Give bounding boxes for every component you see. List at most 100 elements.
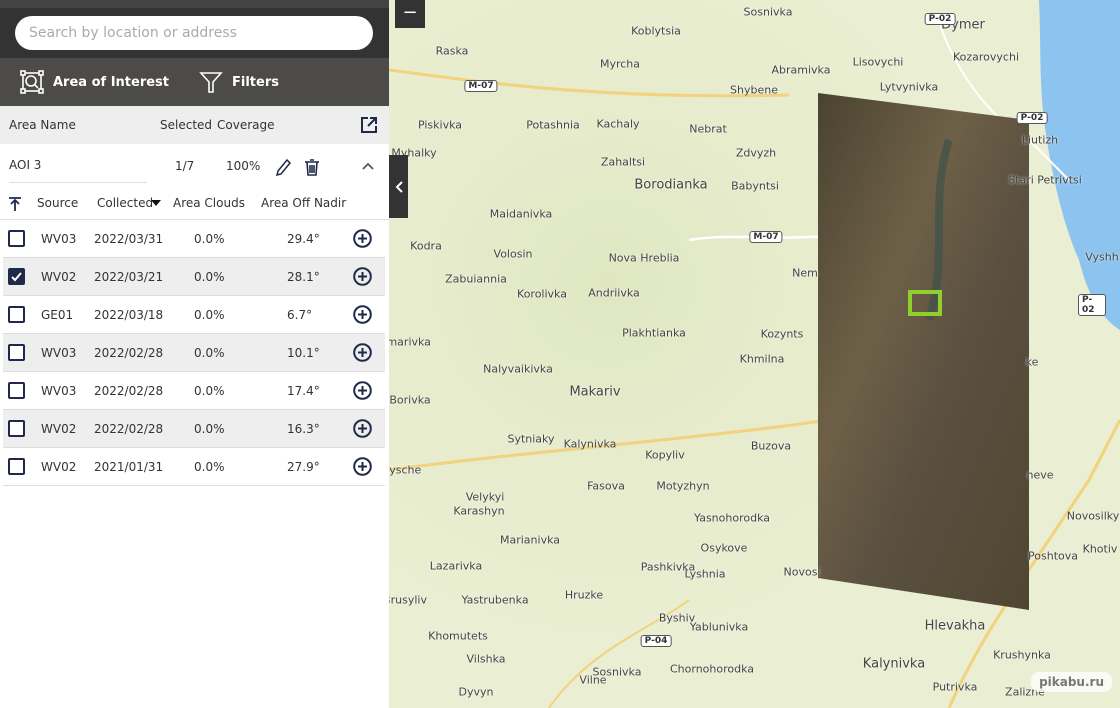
add-icon[interactable]	[353, 267, 372, 286]
chevron-up-icon[interactable]	[362, 162, 374, 170]
row-nadir: 28.1°	[287, 270, 320, 284]
place-label: Komarivka	[389, 335, 431, 349]
collected-header[interactable]: Collected	[97, 196, 153, 210]
place-label: Borodianka	[634, 177, 708, 193]
table-row[interactable]: GE01 2022/03/18 0.0% 6.7°	[3, 296, 385, 334]
table-row[interactable]: WV02 2022/02/28 0.0% 16.3°	[3, 410, 385, 448]
sort-desc-icon[interactable]	[151, 200, 161, 206]
place-label: Zdvyzh	[735, 146, 777, 160]
place-label: Vilne	[579, 673, 607, 687]
place-label: Nem	[792, 266, 818, 280]
place-label: Dyvyn	[458, 685, 494, 699]
row-clouds: 0.0%	[194, 384, 225, 398]
area-of-interest-button[interactable]: Area of Interest	[20, 70, 169, 94]
place-label: Chornohorodka	[669, 662, 755, 676]
row-clouds: 0.0%	[194, 422, 225, 436]
place-label: Brusyliv	[389, 593, 427, 607]
place-label: Piskivka	[417, 118, 463, 132]
row-checkbox[interactable]	[8, 344, 25, 361]
nadir-header[interactable]: Area Off Nadir	[261, 196, 346, 210]
filters-button[interactable]: Filters	[199, 70, 279, 94]
row-source: WV02	[41, 270, 77, 284]
place-label: ke	[1025, 355, 1039, 369]
place-label: Vyshh	[1085, 250, 1119, 264]
place-label: Makariv	[569, 384, 621, 400]
row-clouds: 0.0%	[194, 460, 225, 474]
table-row[interactable]: WV02 2021/01/31 0.0% 27.9°	[3, 448, 385, 486]
search-input[interactable]	[15, 16, 373, 50]
row-source: GE01	[41, 308, 74, 322]
place-label: Andriivka	[588, 286, 640, 300]
place-label: Marianivka	[499, 533, 561, 547]
selected-header: Selected	[160, 118, 213, 132]
row-checkbox[interactable]	[8, 420, 25, 437]
area-name-header: Area Name	[9, 118, 76, 132]
zoom-out-button[interactable]: −	[395, 0, 425, 28]
table-row[interactable]: WV02 2022/03/21 0.0% 28.1°	[3, 258, 385, 296]
place-label: Hruzke	[564, 588, 604, 602]
export-icon[interactable]	[361, 117, 377, 133]
place-label: Myrcha	[599, 57, 641, 71]
add-icon[interactable]	[353, 305, 372, 324]
place-label: Maidanivka	[489, 207, 553, 221]
clouds-header[interactable]: Area Clouds	[173, 196, 245, 210]
row-nadir: 10.1°	[287, 346, 320, 360]
row-checkbox[interactable]	[8, 268, 25, 285]
chevron-left-icon	[395, 180, 403, 193]
row-checkbox[interactable]	[8, 382, 25, 399]
row-checkbox[interactable]	[8, 230, 25, 247]
place-label: Stari Petrivtsi	[1008, 173, 1082, 187]
row-checkbox[interactable]	[8, 458, 25, 475]
place-label: Borivka	[389, 393, 431, 407]
row-clouds: 0.0%	[194, 308, 225, 322]
road-badge: M-07	[464, 80, 498, 92]
place-label: Novosi	[783, 565, 821, 579]
row-source: WV03	[41, 232, 77, 246]
add-icon[interactable]	[353, 343, 372, 362]
source-header[interactable]: Source	[37, 196, 78, 210]
aoi-selected: 1/7	[175, 159, 195, 173]
row-collected: 2022/03/18	[94, 308, 164, 322]
place-label: Sosnivka	[743, 5, 793, 19]
row-collected: 2022/02/28	[94, 346, 164, 360]
add-icon[interactable]	[353, 229, 372, 248]
place-label: Shybene	[730, 83, 778, 97]
map-view[interactable]: − Sosnivka Dymer Koblytsia Raska Myrcha Lisov…	[389, 0, 1120, 708]
place-label: Volosin	[493, 247, 533, 261]
coverage-header: Coverage	[217, 118, 275, 132]
search-bar	[0, 0, 389, 58]
place-label: Buzova	[750, 439, 792, 453]
place-label: Nalyvaikivka	[483, 362, 553, 376]
place-label: Nebrat	[689, 122, 727, 136]
place-label: Abramivka	[771, 63, 831, 77]
place-label: Novosilky	[1066, 509, 1120, 523]
road-badge: P-02	[1016, 112, 1048, 124]
row-clouds: 0.0%	[194, 346, 225, 360]
place-label: Yastrubenka	[461, 593, 529, 607]
row-nadir: 29.4°	[287, 232, 320, 246]
row-collected: 2022/03/31	[94, 232, 164, 246]
watermark: pikabu.ru	[1031, 672, 1112, 692]
trash-icon[interactable]	[304, 159, 320, 176]
aoi-icon	[20, 70, 44, 94]
place-label: Kopyliv	[645, 448, 685, 462]
place-label: Kozarovychi	[952, 50, 1020, 64]
toolbar: Area of Interest Filters	[0, 58, 389, 106]
place-label: Zahaltsi	[600, 155, 646, 169]
table-row[interactable]: WV03 2022/02/28 0.0% 10.1°	[3, 334, 385, 372]
place-label: Hlevakha	[924, 618, 986, 634]
row-checkbox[interactable]	[8, 306, 25, 323]
add-icon[interactable]	[353, 419, 372, 438]
aoi-row[interactable]: AOI 3 1/7 100%	[0, 144, 389, 186]
add-icon[interactable]	[353, 381, 372, 400]
place-label: Lisovychi	[852, 55, 904, 69]
collapse-panel-button[interactable]	[389, 155, 408, 218]
results-table: WV03 2022/03/31 0.0% 29.4° WV02 2022/03/…	[0, 220, 389, 486]
row-nadir: 16.3°	[287, 422, 320, 436]
table-row[interactable]: WV03 2022/03/31 0.0% 29.4°	[3, 220, 385, 258]
add-icon[interactable]	[353, 457, 372, 476]
table-row[interactable]: WV03 2022/02/28 0.0% 17.4°	[3, 372, 385, 410]
edit-icon[interactable]	[276, 159, 291, 176]
row-source: WV03	[41, 384, 77, 398]
sort-top-icon[interactable]	[9, 197, 21, 211]
